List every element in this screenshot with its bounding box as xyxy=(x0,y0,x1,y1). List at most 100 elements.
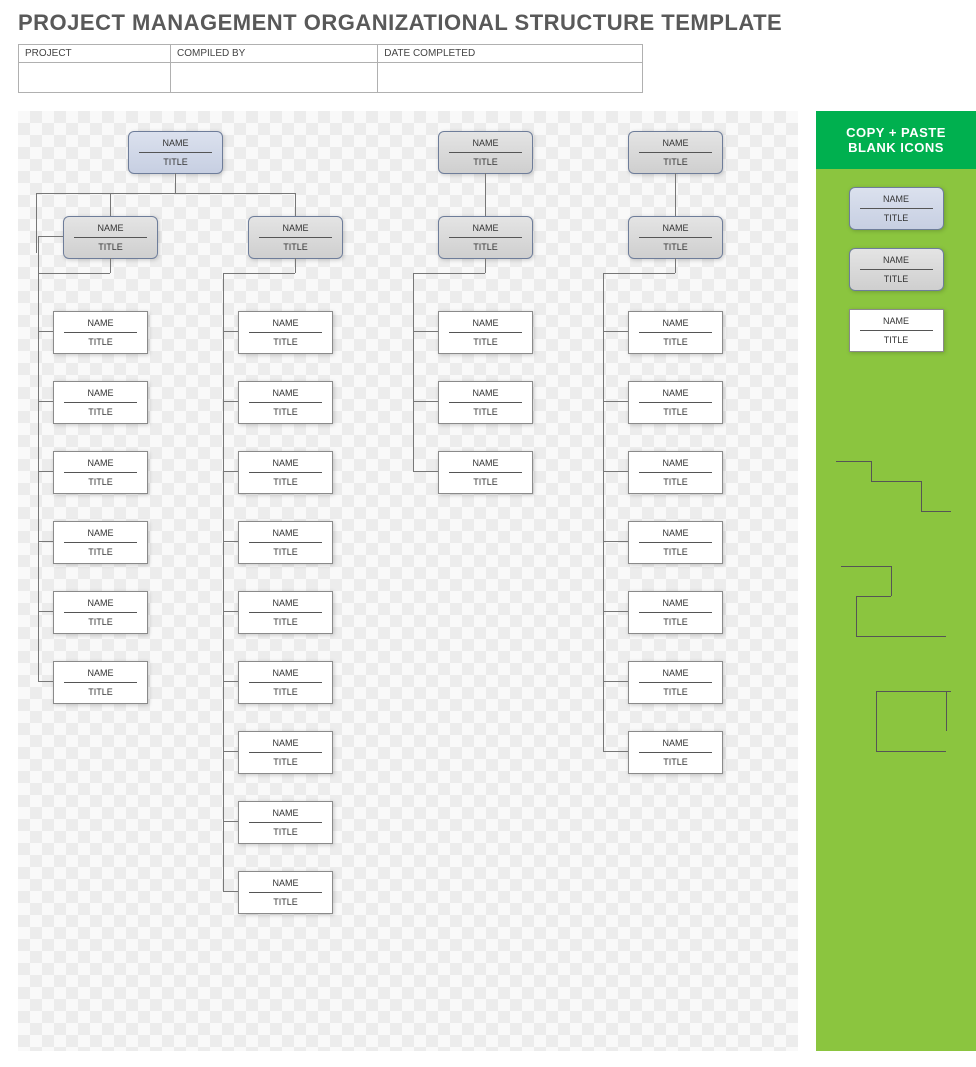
connector-sample[interactable] xyxy=(891,566,892,596)
node-title: TITLE xyxy=(58,613,143,627)
connector-line xyxy=(110,193,111,216)
node-title: TITLE xyxy=(633,238,718,252)
node-name: NAME xyxy=(249,318,322,333)
connector-sample[interactable] xyxy=(836,461,871,462)
connector-sample[interactable] xyxy=(856,596,857,636)
org-branch3-leaf[interactable]: NAMETITLE xyxy=(438,451,533,494)
node-title: TITLE xyxy=(633,543,718,557)
org-col2-leaf[interactable]: NAMETITLE xyxy=(238,731,333,774)
sidebar-panel: COPY + PASTE BLANK ICONS NAMETITLENAMETI… xyxy=(816,111,976,1051)
connector-line xyxy=(413,331,438,332)
node-title: TITLE xyxy=(58,333,143,347)
connector-line xyxy=(223,471,238,472)
meta-label-project: PROJECT xyxy=(19,45,171,63)
connector-sample[interactable] xyxy=(876,691,951,692)
sidebar-header-line2: BLANK ICONS xyxy=(820,140,972,155)
org-branch3-leaf[interactable]: NAMETITLE xyxy=(438,381,533,424)
org-branch4-leaf[interactable]: NAMETITLE xyxy=(628,521,723,564)
connector-sample[interactable] xyxy=(871,481,921,482)
connector-line xyxy=(38,331,53,332)
node-title: TITLE xyxy=(633,153,718,167)
connector-line xyxy=(675,173,676,216)
connector-line xyxy=(223,821,238,822)
org-level2-b[interactable]: NAMETITLE xyxy=(248,216,343,259)
connector-sample[interactable] xyxy=(856,596,891,597)
node-title: TITLE xyxy=(243,683,328,697)
node-title: TITLE xyxy=(58,543,143,557)
node-name: NAME xyxy=(249,598,322,613)
org-branch3-leaf[interactable]: NAMETITLE xyxy=(438,311,533,354)
org-branch4-mid[interactable]: NAMETITLE xyxy=(628,216,723,259)
node-name: NAME xyxy=(64,458,137,473)
connector-sample[interactable] xyxy=(841,566,891,567)
node-name: NAME xyxy=(249,388,322,403)
node-name: NAME xyxy=(639,223,712,238)
node-name: NAME xyxy=(639,388,712,403)
node-name: NAME xyxy=(64,598,137,613)
org-col1-leaf[interactable]: NAMETITLE xyxy=(53,661,148,704)
connector-line xyxy=(675,258,676,273)
connector-line xyxy=(413,273,485,274)
meta-value-compiled-by[interactable] xyxy=(171,63,378,93)
sidebar-sample-node[interactable]: NAMETITLE xyxy=(849,309,944,352)
node-title: TITLE xyxy=(58,473,143,487)
node-name: NAME xyxy=(259,223,332,238)
node-title: TITLE xyxy=(243,893,328,907)
org-branch4-leaf[interactable]: NAMETITLE xyxy=(628,451,723,494)
org-level2-a[interactable]: NAMETITLE xyxy=(63,216,158,259)
node-name: NAME xyxy=(860,255,933,270)
connector-line xyxy=(38,681,53,682)
connector-line xyxy=(295,258,296,273)
org-col1-leaf[interactable]: NAMETITLE xyxy=(53,451,148,494)
org-col1-leaf[interactable]: NAMETITLE xyxy=(53,521,148,564)
connector-line xyxy=(38,611,53,612)
org-branch4-leaf[interactable]: NAMETITLE xyxy=(628,381,723,424)
sidebar-sample-node[interactable]: NAMETITLE xyxy=(849,248,944,291)
org-col2-leaf[interactable]: NAMETITLE xyxy=(238,311,333,354)
connector-sample[interactable] xyxy=(921,481,922,511)
connector-line xyxy=(38,236,63,237)
connector-line xyxy=(223,891,238,892)
org-branch4-top[interactable]: NAMETITLE xyxy=(628,131,723,174)
org-col1-leaf[interactable]: NAMETITLE xyxy=(53,381,148,424)
org-branch4-leaf[interactable]: NAMETITLE xyxy=(628,661,723,704)
org-col2-leaf[interactable]: NAMETITLE xyxy=(238,521,333,564)
org-branch3-mid[interactable]: NAMETITLE xyxy=(438,216,533,259)
node-name: NAME xyxy=(860,316,933,331)
node-name: NAME xyxy=(64,318,137,333)
connector-line xyxy=(413,471,438,472)
node-title: TITLE xyxy=(243,403,328,417)
org-chart-canvas[interactable]: NAMETITLENAMETITLENAMETITLENAMETITLENAME… xyxy=(18,111,798,1051)
meta-value-date-completed[interactable] xyxy=(378,63,643,93)
connector-sample[interactable] xyxy=(946,691,947,731)
org-branch3-top[interactable]: NAMETITLE xyxy=(438,131,533,174)
org-branch4-leaf[interactable]: NAMETITLE xyxy=(628,591,723,634)
node-title: TITLE xyxy=(58,403,143,417)
node-title: TITLE xyxy=(633,753,718,767)
org-col2-leaf[interactable]: NAMETITLE xyxy=(238,661,333,704)
node-title: TITLE xyxy=(253,238,338,252)
connector-sample[interactable] xyxy=(876,751,946,752)
connector-sample[interactable] xyxy=(876,691,877,751)
node-name: NAME xyxy=(449,138,522,153)
meta-value-project[interactable] xyxy=(19,63,171,93)
node-title: TITLE xyxy=(443,333,528,347)
org-root[interactable]: NAMETITLE xyxy=(128,131,223,174)
org-branch4-leaf[interactable]: NAMETITLE xyxy=(628,311,723,354)
org-col2-leaf[interactable]: NAMETITLE xyxy=(238,801,333,844)
connector-sample[interactable] xyxy=(856,636,946,637)
meta-label-compiled-by: COMPILED BY xyxy=(171,45,378,63)
org-col2-leaf[interactable]: NAMETITLE xyxy=(238,591,333,634)
org-col2-leaf[interactable]: NAMETITLE xyxy=(238,381,333,424)
org-col1-leaf[interactable]: NAMETITLE xyxy=(53,591,148,634)
org-col1-leaf[interactable]: NAMETITLE xyxy=(53,311,148,354)
node-name: NAME xyxy=(639,738,712,753)
connector-line xyxy=(603,273,604,751)
connector-sample[interactable] xyxy=(871,461,872,481)
org-branch4-leaf[interactable]: NAMETITLE xyxy=(628,731,723,774)
connector-sample[interactable] xyxy=(921,511,951,512)
org-col2-leaf[interactable]: NAMETITLE xyxy=(238,871,333,914)
sidebar-sample-node[interactable]: NAMETITLE xyxy=(849,187,944,230)
node-title: TITLE xyxy=(58,683,143,697)
org-col2-leaf[interactable]: NAMETITLE xyxy=(238,451,333,494)
